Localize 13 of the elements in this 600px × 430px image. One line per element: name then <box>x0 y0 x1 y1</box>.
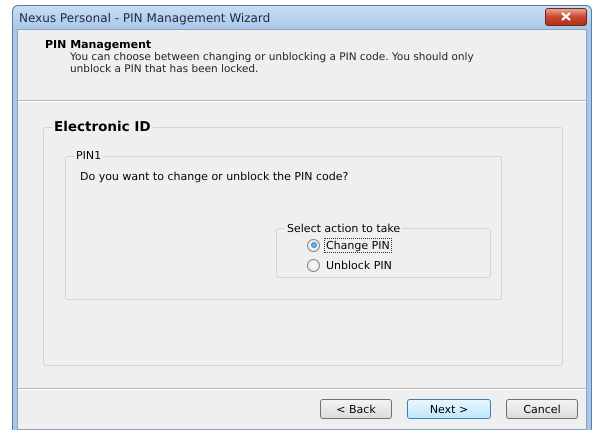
close-icon <box>560 12 572 21</box>
window-title: Nexus Personal - PIN Management Wizard <box>19 10 270 24</box>
close-button[interactable] <box>545 8 587 26</box>
wizard-button[interactable]: Cancel <box>506 399 578 419</box>
radio-button[interactable] <box>307 238 320 252</box>
page-description: You can choose between changing or unblocking a PIN code. You should only unblock a PIN that has been locked. <box>69 51 475 75</box>
radio-label[interactable]: Change PIN <box>324 238 392 252</box>
wizard-button[interactable]: Next > <box>407 399 491 419</box>
page-title: PIN Management <box>45 38 152 51</box>
radio-button[interactable] <box>307 258 320 272</box>
question-text: Do you want to change or unblock the PIN code? <box>80 170 350 183</box>
wizard-button[interactable]: < Back <box>320 399 392 419</box>
radio-label[interactable]: Unblock PIN <box>324 258 394 272</box>
